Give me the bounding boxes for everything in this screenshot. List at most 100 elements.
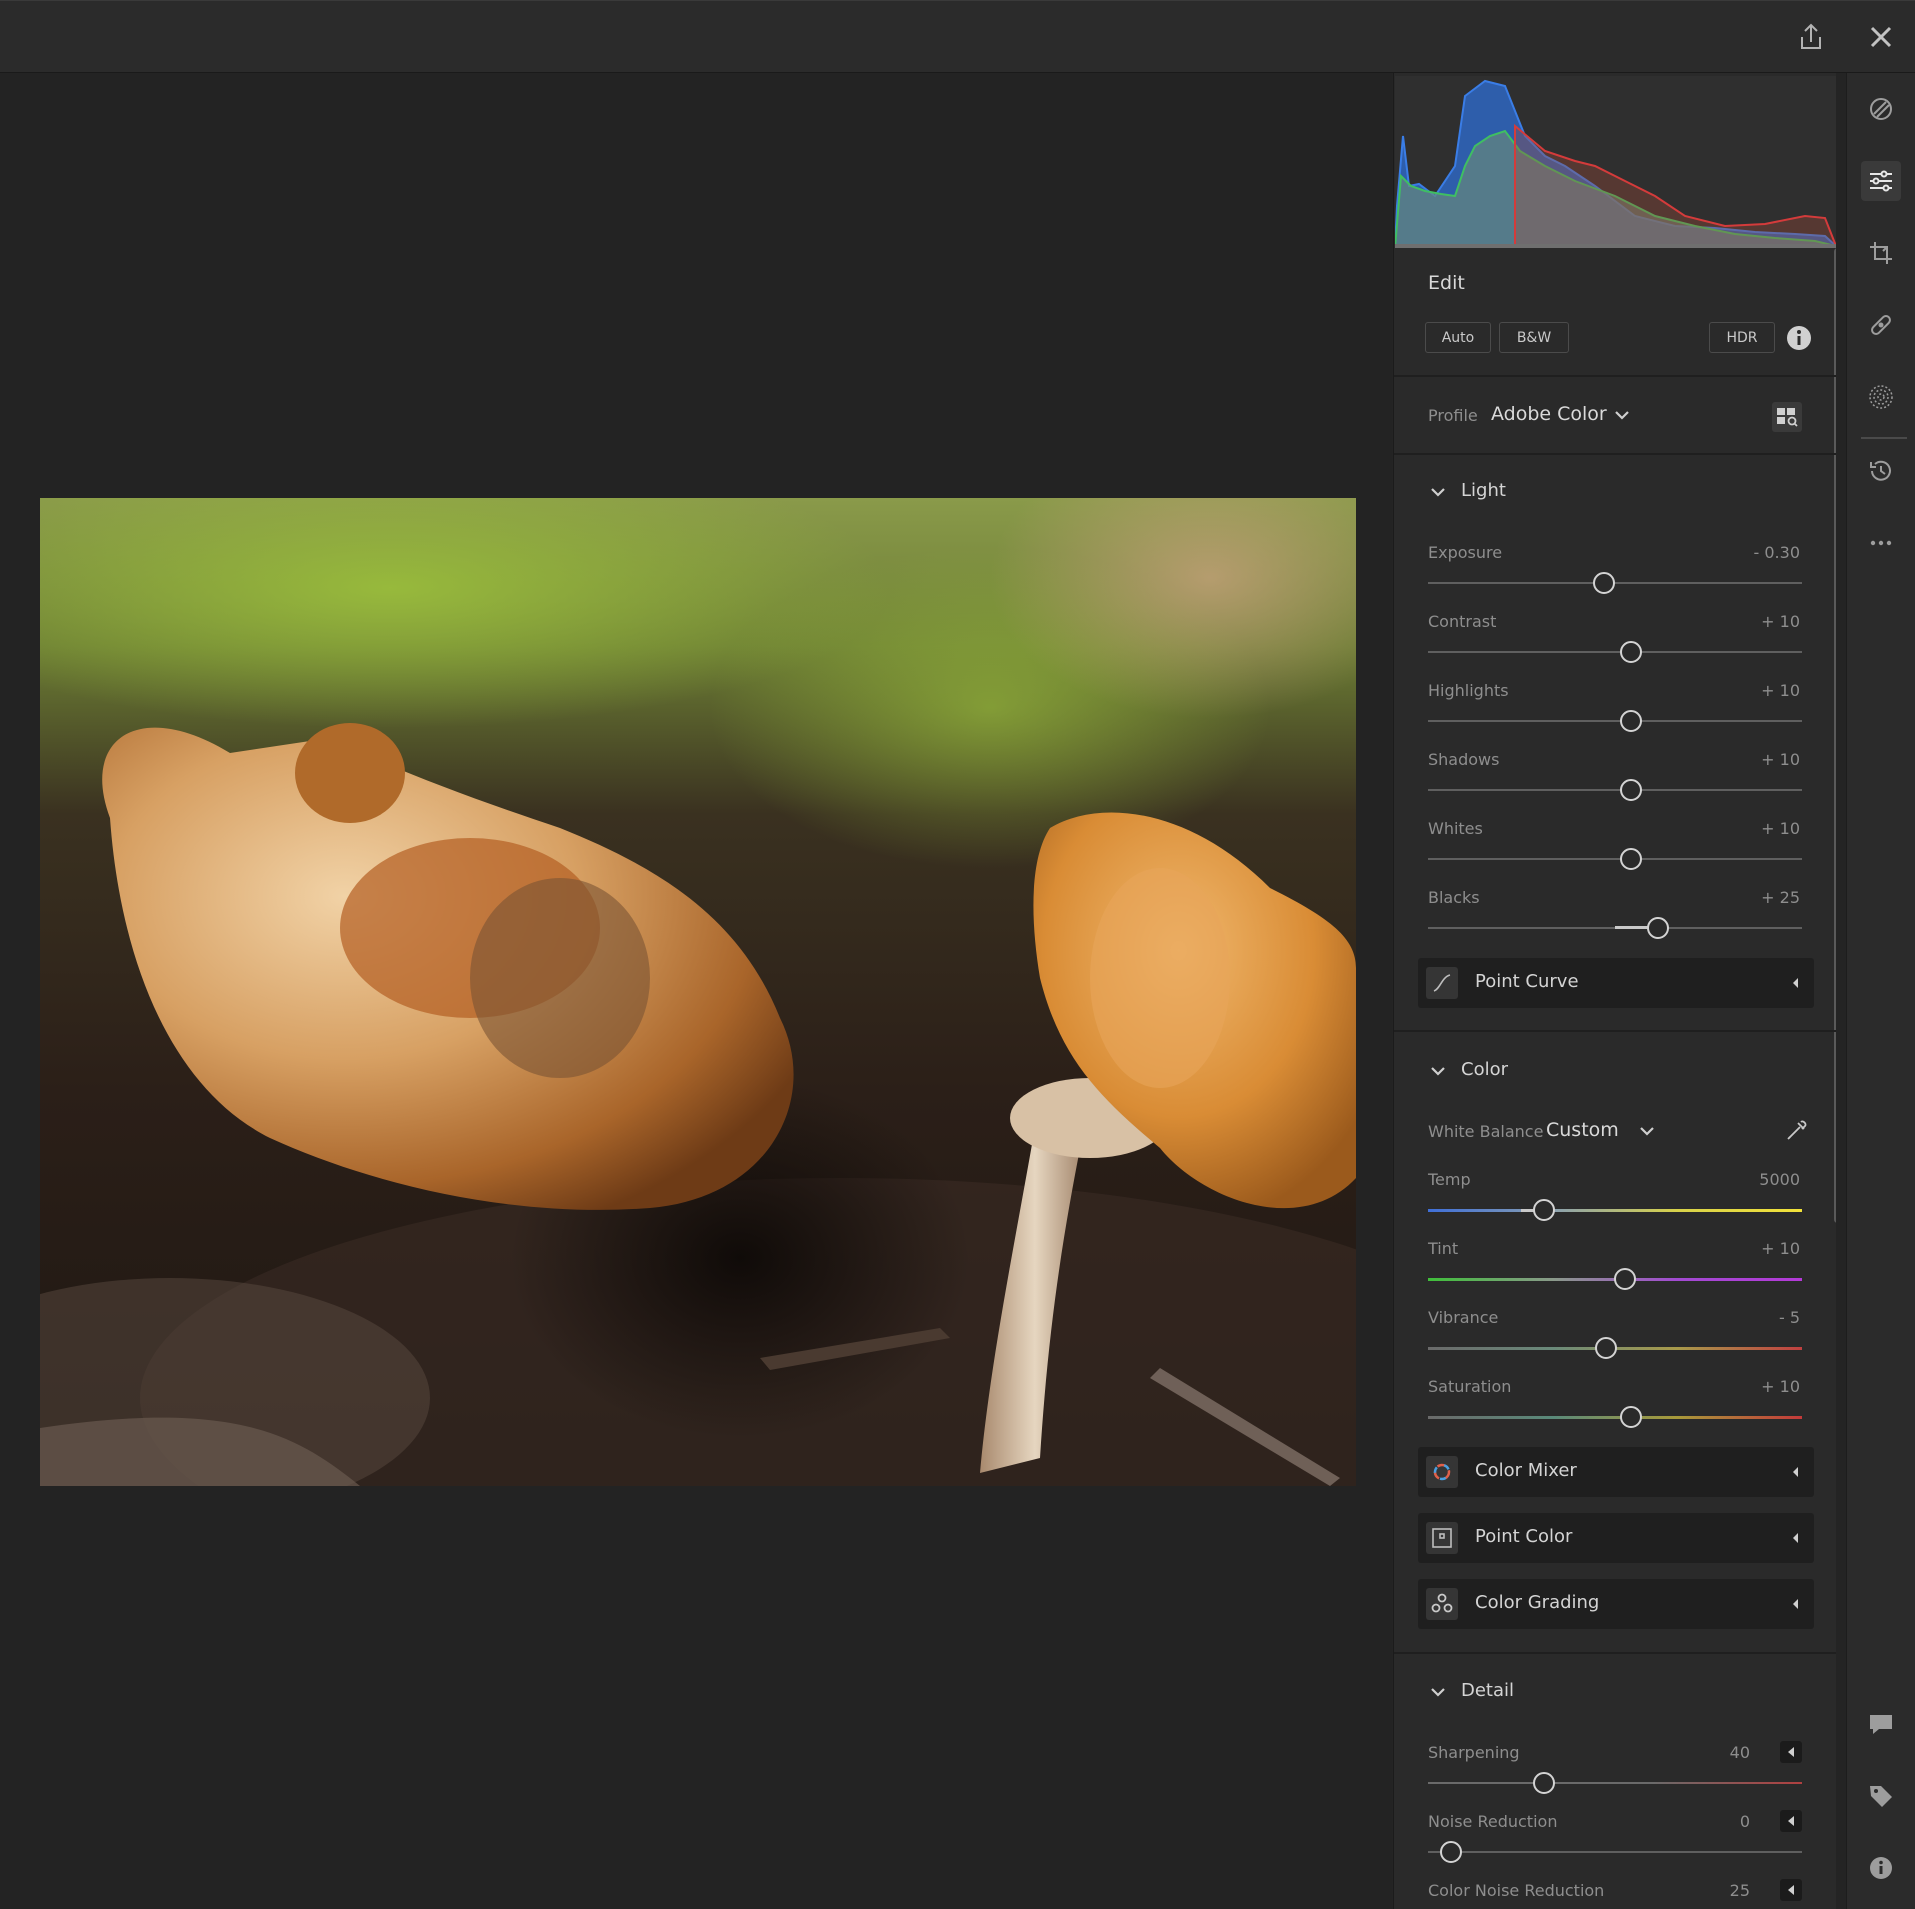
highlights-value[interactable]: + 10 [1740,681,1800,700]
history-icon[interactable] [1861,451,1901,491]
saturation-value[interactable]: + 10 [1740,1377,1800,1396]
tint-slider-thumb[interactable] [1614,1268,1636,1290]
color-mixer-label: Color Mixer [1475,1460,1577,1481]
chevron-down-icon[interactable] [1428,482,1448,502]
contrast-slider-thumb[interactable] [1620,641,1642,663]
color-mixer-panel[interactable]: Color Mixer [1418,1447,1814,1497]
color-noise-reduction-expand-button[interactable] [1780,1879,1802,1901]
caret-left-icon [1793,1533,1798,1543]
shadows-slider-track[interactable] [1428,789,1802,791]
exposure-label: Exposure [1428,543,1503,562]
chevron-down-icon[interactable] [1612,405,1632,425]
divider [1394,1030,1836,1032]
saturation-slider-track[interactable] [1428,1416,1802,1419]
contrast-slider-track[interactable] [1428,651,1802,653]
color-grading-panel[interactable]: Color Grading [1418,1579,1814,1629]
chevron-down-icon[interactable] [1637,1121,1657,1141]
exposure-slider-track[interactable] [1428,582,1802,584]
app-window: Edit Auto B&W HDR Profile Adobe Color Li… [0,0,1915,1909]
edit-panel: Edit Auto B&W HDR Profile Adobe Color Li… [1393,73,1836,1909]
chevron-down-icon[interactable] [1428,1061,1448,1081]
caret-left-icon [1793,1599,1798,1609]
temp-slider-thumb[interactable] [1533,1199,1555,1221]
color-noise-reduction-label: Color Noise Reduction [1428,1881,1605,1900]
info-icon[interactable] [1861,1848,1901,1888]
temp-label: Temp [1428,1170,1471,1189]
contrast-value[interactable]: + 10 [1740,612,1800,631]
blacks-slider-fill [1615,926,1648,929]
noise-reduction-value[interactable]: 0 [1714,1812,1750,1831]
noise-reduction-expand-button[interactable] [1780,1810,1802,1832]
presets-icon[interactable] [1861,89,1901,129]
color-mixer-icon [1426,1456,1458,1488]
white-balance-value[interactable]: Custom [1546,1119,1619,1141]
color-section-title[interactable]: Color [1461,1059,1508,1080]
temp-slider-track[interactable] [1428,1209,1802,1212]
noise-reduction-slider-track[interactable] [1428,1851,1802,1853]
whites-label: Whites [1428,819,1483,838]
color-grading-icon [1426,1588,1458,1620]
masking-icon[interactable] [1861,377,1901,417]
temp-value[interactable]: 5000 [1740,1170,1800,1189]
highlights-label: Highlights [1428,681,1509,700]
eyedropper-icon[interactable] [1783,1116,1811,1144]
color-noise-reduction-value[interactable]: 25 [1714,1881,1750,1900]
hdr-button[interactable]: HDR [1709,322,1775,353]
sharpening-slider-track[interactable] [1428,1782,1802,1784]
profile-browser-icon[interactable] [1772,402,1802,432]
point-color-panel[interactable]: Point Color [1418,1513,1814,1563]
blacks-label: Blacks [1428,888,1480,907]
saturation-slider-thumb[interactable] [1620,1406,1642,1428]
bw-button[interactable]: B&W [1499,322,1569,353]
crop-icon[interactable] [1861,233,1901,273]
point-curve-icon [1426,967,1458,999]
share-icon[interactable] [1793,19,1829,55]
highlights-slider-thumb[interactable] [1620,710,1642,732]
divider [1394,1652,1836,1654]
sharpening-expand-button[interactable] [1780,1741,1802,1763]
whites-slider-thumb[interactable] [1620,848,1642,870]
edit-heading: Edit [1428,272,1465,294]
saturation-label: Saturation [1428,1377,1512,1396]
vibrance-slider-thumb[interactable] [1595,1337,1617,1359]
caret-left-icon [1793,1467,1798,1477]
shadows-value[interactable]: + 10 [1740,750,1800,769]
comment-icon[interactable] [1861,1704,1901,1744]
shadows-slider-thumb[interactable] [1620,779,1642,801]
photo-preview[interactable] [40,498,1356,1486]
exposure-slider-thumb[interactable] [1593,572,1615,594]
close-icon[interactable] [1863,19,1899,55]
highlights-slider-track[interactable] [1428,720,1802,722]
noise-reduction-slider-thumb[interactable] [1440,1841,1462,1863]
blacks-value[interactable]: + 25 [1740,888,1800,907]
whites-slider-track[interactable] [1428,858,1802,860]
tint-value[interactable]: + 10 [1740,1239,1800,1258]
chevron-down-icon[interactable] [1428,1682,1448,1702]
panel-scrollbar[interactable] [1834,248,1836,1223]
whites-value[interactable]: + 10 [1740,819,1800,838]
edit-sliders-icon[interactable] [1861,161,1901,201]
photo-canvas[interactable] [0,73,1392,1909]
light-section-title[interactable]: Light [1461,480,1506,501]
noise-reduction-label: Noise Reduction [1428,1812,1558,1831]
sharpening-slider-thumb[interactable] [1533,1772,1555,1794]
point-color-label: Point Color [1475,1526,1573,1547]
blacks-slider-thumb[interactable] [1647,917,1669,939]
tag-icon[interactable] [1861,1776,1901,1816]
top-bar [0,0,1915,73]
more-icon[interactable] [1861,523,1901,563]
healing-icon[interactable] [1861,305,1901,345]
info-icon[interactable] [1786,325,1812,351]
tool-strip [1846,73,1915,1909]
profile-value[interactable]: Adobe Color [1491,403,1607,425]
detail-section-title[interactable]: Detail [1461,1680,1514,1701]
divider [1394,375,1836,377]
tint-label: Tint [1428,1239,1459,1258]
sharpening-value[interactable]: 40 [1714,1743,1750,1762]
auto-button[interactable]: Auto [1425,322,1491,353]
point-curve-label: Point Curve [1475,971,1579,992]
vibrance-value[interactable]: - 5 [1740,1308,1800,1327]
color-grading-label: Color Grading [1475,1592,1600,1613]
point-curve-panel[interactable]: Point Curve [1418,958,1814,1008]
exposure-value[interactable]: - 0.30 [1740,543,1800,562]
